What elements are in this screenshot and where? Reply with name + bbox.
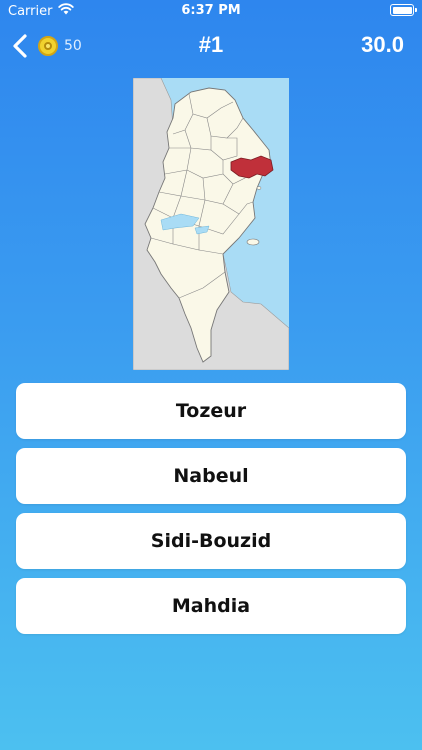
region-map <box>133 78 289 370</box>
highlighted-region <box>230 155 274 179</box>
question-number: #1 <box>198 32 224 57</box>
answer-button-3[interactable]: Sidi-Bouzid <box>16 513 406 569</box>
timer: 30.0 <box>361 32 404 57</box>
status-time: 6:37 PM <box>181 3 241 18</box>
answer-button-1[interactable]: Tozeur <box>16 383 406 439</box>
answer-button-2[interactable]: Nabeul <box>16 448 406 504</box>
answer-list: Tozeur Nabeul Sidi-Bouzid Mahdia <box>16 383 406 643</box>
island-2 <box>256 186 262 190</box>
answer-button-4[interactable]: Mahdia <box>16 578 406 634</box>
status-bar: Carrier 6:37 PM <box>0 0 422 22</box>
tunisia-map <box>133 78 289 370</box>
battery-icon <box>390 4 417 16</box>
island <box>246 238 260 246</box>
nav-bar: 50 #1 30.0 <box>0 24 422 68</box>
